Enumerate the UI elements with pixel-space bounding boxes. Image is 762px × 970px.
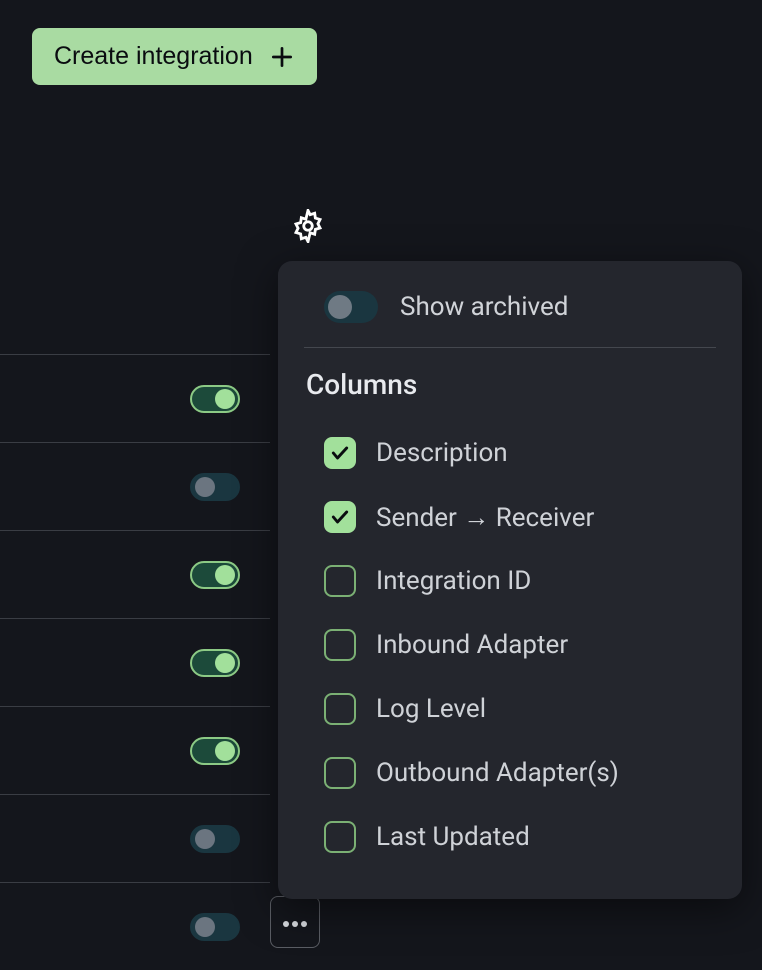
table-row (0, 442, 270, 530)
column-option[interactable]: Inbound Adapter (304, 613, 716, 677)
row-enabled-toggle[interactable] (190, 913, 240, 941)
column-option-label: Outbound Adapter(s) (376, 758, 619, 788)
table-row (0, 530, 270, 618)
table-row (0, 618, 270, 706)
toggle-knob (215, 741, 235, 761)
plus-icon (269, 44, 295, 70)
column-option[interactable]: Description (304, 421, 716, 485)
column-option-label: Last Updated (376, 822, 530, 852)
column-checkbox[interactable] (324, 693, 356, 725)
divider (304, 347, 716, 348)
table-row (0, 882, 270, 970)
row-enabled-toggle[interactable] (190, 825, 240, 853)
column-option[interactable]: Integration ID (304, 549, 716, 613)
column-option-label: Description (376, 438, 508, 468)
row-enabled-toggle[interactable] (190, 561, 240, 589)
column-checkbox[interactable] (324, 501, 356, 533)
gear-icon (291, 209, 325, 246)
table-row (0, 794, 270, 882)
column-option-label: Log Level (376, 694, 486, 724)
column-checkbox[interactable] (324, 565, 356, 597)
toggle-knob (195, 829, 215, 849)
column-option-label: Inbound Adapter (376, 630, 568, 660)
toggle-knob (215, 389, 235, 409)
column-checkbox[interactable] (324, 757, 356, 789)
row-enabled-toggle[interactable] (190, 737, 240, 765)
column-checkbox[interactable] (324, 437, 356, 469)
toggle-knob (215, 565, 235, 585)
toggle-knob (215, 653, 235, 673)
column-checkbox[interactable] (324, 821, 356, 853)
row-more-button[interactable] (270, 896, 320, 948)
check-icon (330, 507, 350, 527)
column-option[interactable]: Log Level (304, 677, 716, 741)
column-option[interactable]: Last Updated (304, 805, 716, 869)
columns-title: Columns (304, 368, 716, 401)
row-enabled-toggle[interactable] (190, 649, 240, 677)
toggle-knob (195, 477, 215, 497)
table-row (0, 706, 270, 794)
settings-gear-button[interactable] (290, 209, 326, 245)
table-row (0, 354, 270, 442)
row-enabled-toggle[interactable] (190, 473, 240, 501)
column-option[interactable]: Outbound Adapter(s) (304, 741, 716, 805)
toggle-knob (195, 917, 215, 937)
check-icon (330, 443, 350, 463)
column-option-label: Sender → Receiver (376, 502, 594, 533)
show-archived-toggle[interactable] (324, 291, 378, 323)
column-settings-popup: Show archived Columns Description Sender … (278, 261, 742, 899)
create-integration-label: Create integration (54, 42, 253, 71)
column-checkbox[interactable] (324, 629, 356, 661)
create-integration-button[interactable]: Create integration (32, 28, 317, 85)
column-option[interactable]: Sender → Receiver (304, 485, 716, 549)
column-option-label: Integration ID (376, 566, 531, 596)
toggle-knob (328, 295, 352, 319)
show-archived-label: Show archived (400, 292, 568, 322)
show-archived-row[interactable]: Show archived (304, 291, 716, 347)
row-enabled-toggle[interactable] (190, 385, 240, 413)
more-horizontal-icon (282, 915, 309, 930)
